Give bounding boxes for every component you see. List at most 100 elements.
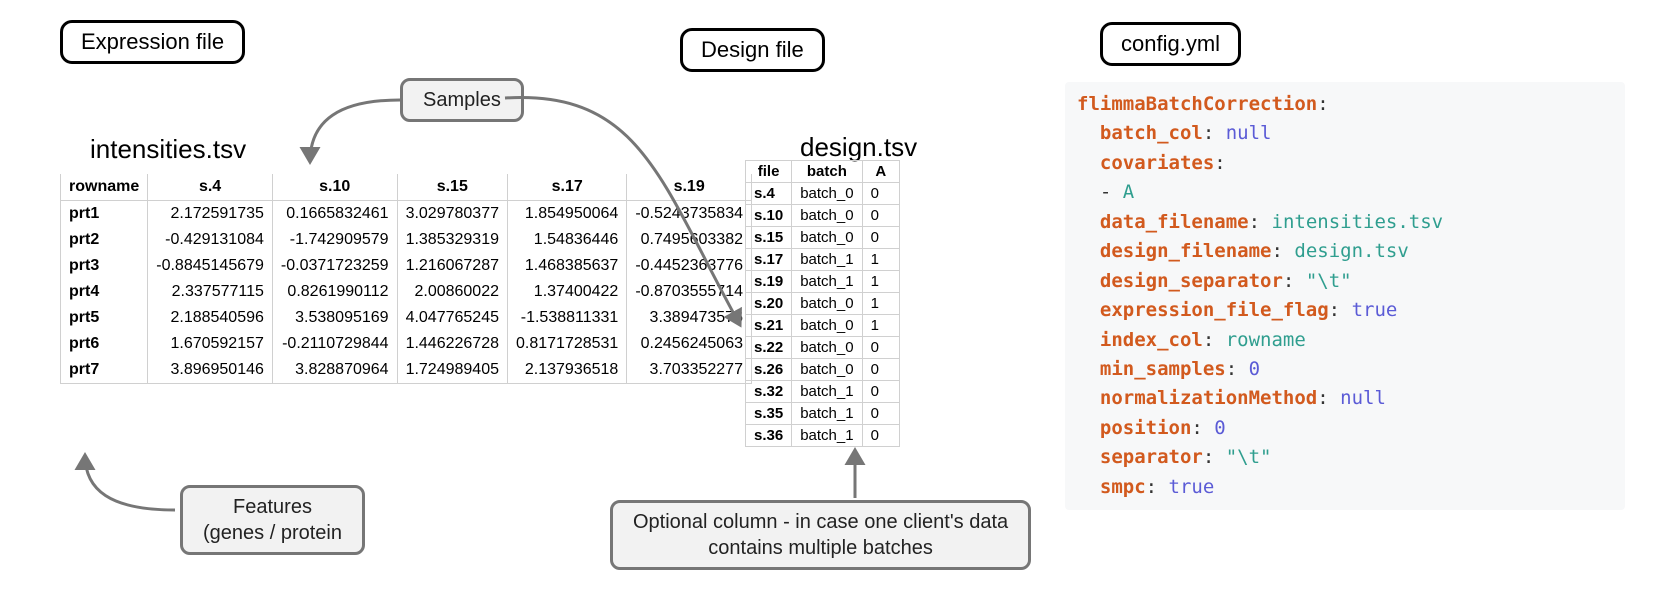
design-file-cell: s.26: [746, 359, 792, 381]
yaml-block: flimmaBatchCorrection: batch_col: null c…: [1065, 82, 1625, 510]
expr-value-cell: 2.137936518: [508, 357, 627, 384]
yaml-norm-method: null: [1340, 387, 1386, 409]
expr-rowname-cell: prt4: [61, 279, 148, 305]
expr-value-cell: 3.029780377: [397, 201, 507, 228]
design-file-cell: s.15: [746, 227, 792, 249]
table-row: s.20batch_01: [746, 293, 900, 315]
design-table-wrapper: file batch A s.4batch_00s.10batch_00s.15…: [745, 160, 900, 447]
design-batch-cell: batch_1: [792, 249, 862, 271]
table-row: s.35batch_10: [746, 403, 900, 425]
design-a-cell: 0: [862, 381, 899, 403]
expr-col-header: s.19: [627, 174, 752, 201]
yaml-design-filename: design.tsv: [1294, 240, 1408, 262]
expr-value-cell: 3.538095169: [272, 305, 397, 331]
design-file-cell: s.20: [746, 293, 792, 315]
expr-value-cell: 2.172591735: [148, 201, 273, 228]
expr-value-cell: 1.468385637: [508, 253, 627, 279]
expr-rowname-cell: prt3: [61, 253, 148, 279]
design-a-cell: 0: [862, 183, 899, 205]
design-a-cell: 0: [862, 205, 899, 227]
expr-rowname-cell: prt1: [61, 201, 148, 228]
expr-value-cell: -0.5243735834: [627, 201, 752, 228]
design-file-cell: s.21: [746, 315, 792, 337]
expr-value-cell: 2.337577115: [148, 279, 273, 305]
expr-value-cell: 1.54836446: [508, 227, 627, 253]
yaml-min-samples: 0: [1249, 358, 1260, 380]
arrow-samples-to-expr: [310, 100, 400, 162]
features-line1: Features: [233, 496, 312, 518]
design-batch-cell: batch_0: [792, 337, 862, 359]
table-row: s.19batch_11: [746, 271, 900, 293]
table-row: s.26batch_00: [746, 359, 900, 381]
design-a-cell: 0: [862, 425, 899, 447]
design-a-cell: 1: [862, 249, 899, 271]
expr-col-header: s.15: [397, 174, 507, 201]
expr-value-cell: 3.389473576: [627, 305, 752, 331]
expr-value-cell: -1.742909579: [272, 227, 397, 253]
design-file-cell: s.35: [746, 403, 792, 425]
table-row: prt2-0.429131084-1.7429095791.3853293191…: [61, 227, 752, 253]
table-row: s.22batch_00: [746, 337, 900, 359]
yaml-covariates-item: A: [1123, 181, 1134, 203]
design-col-file: file: [746, 161, 792, 183]
table-row: prt3-0.8845145679-0.03717232591.21606728…: [61, 253, 752, 279]
expr-rowname-cell: prt2: [61, 227, 148, 253]
optional-column-label: Optional column - in case one client's d…: [610, 500, 1031, 570]
config-badge: config.yml: [1100, 22, 1241, 66]
design-batch-cell: batch_0: [792, 293, 862, 315]
features-line2: (genes / protein: [203, 522, 342, 544]
yaml-batch-col: null: [1226, 122, 1272, 144]
table-row: s.4batch_00: [746, 183, 900, 205]
yaml-smpc: true: [1169, 476, 1215, 498]
design-a-cell: 1: [862, 271, 899, 293]
table-row: prt12.1725917350.16658324613.0297803771.…: [61, 201, 752, 228]
yaml-expr-flag: true: [1352, 299, 1398, 321]
design-a-cell: 0: [862, 403, 899, 425]
yaml-index-col: rowname: [1226, 329, 1306, 351]
design-a-cell: 1: [862, 315, 899, 337]
expr-rowname-cell: prt5: [61, 305, 148, 331]
expression-table-wrapper: rownames.4s.10s.15s.17s.19 prt12.1725917…: [60, 170, 752, 384]
optional-line2: contains multiple batches: [708, 537, 933, 559]
table-row: s.21batch_01: [746, 315, 900, 337]
expr-value-cell: 0.2456245063: [627, 331, 752, 357]
expr-value-cell: -0.8845145679: [148, 253, 273, 279]
expr-value-cell: 1.446226728: [397, 331, 507, 357]
expression-file-badge: Expression file: [60, 20, 245, 64]
expr-col-header: s.4: [148, 174, 273, 201]
expr-value-cell: 1.670592157: [148, 331, 273, 357]
design-file-cell: s.32: [746, 381, 792, 403]
design-table: file batch A s.4batch_00s.10batch_00s.15…: [745, 160, 900, 447]
expr-col-header: s.17: [508, 174, 627, 201]
expr-value-cell: 2.00860022: [397, 279, 507, 305]
design-file-cell: s.10: [746, 205, 792, 227]
design-col-a: A: [862, 161, 899, 183]
expr-value-cell: 1.385329319: [397, 227, 507, 253]
arrow-features-to-rows: [85, 455, 175, 510]
expr-value-cell: 2.188540596: [148, 305, 273, 331]
yaml-covariates-key: covariates: [1100, 152, 1214, 174]
expr-col-header: rowname: [61, 174, 148, 201]
design-a-cell: 1: [862, 293, 899, 315]
expr-value-cell: -1.538811331: [508, 305, 627, 331]
yaml-design-separator: "\t": [1306, 270, 1352, 292]
expr-value-cell: 3.828870964: [272, 357, 397, 384]
design-batch-cell: batch_0: [792, 205, 862, 227]
design-batch-cell: batch_1: [792, 403, 862, 425]
design-batch-cell: batch_0: [792, 359, 862, 381]
expr-value-cell: -0.0371723259: [272, 253, 397, 279]
design-batch-cell: batch_1: [792, 425, 862, 447]
design-batch-cell: batch_1: [792, 271, 862, 293]
design-file-badge: Design file: [680, 28, 825, 72]
expr-value-cell: 3.896950146: [148, 357, 273, 384]
table-row: s.32batch_10: [746, 381, 900, 403]
yaml-separator: "\t": [1226, 446, 1272, 468]
design-file-cell: s.19: [746, 271, 792, 293]
expression-table: rownames.4s.10s.15s.17s.19 prt12.1725917…: [60, 174, 752, 384]
expr-col-header: s.10: [272, 174, 397, 201]
expr-value-cell: 4.047765245: [397, 305, 507, 331]
expr-value-cell: -0.2110729844: [272, 331, 397, 357]
expr-value-cell: 1.724989405: [397, 357, 507, 384]
expr-value-cell: -0.429131084: [148, 227, 273, 253]
expr-rowname-cell: prt7: [61, 357, 148, 384]
